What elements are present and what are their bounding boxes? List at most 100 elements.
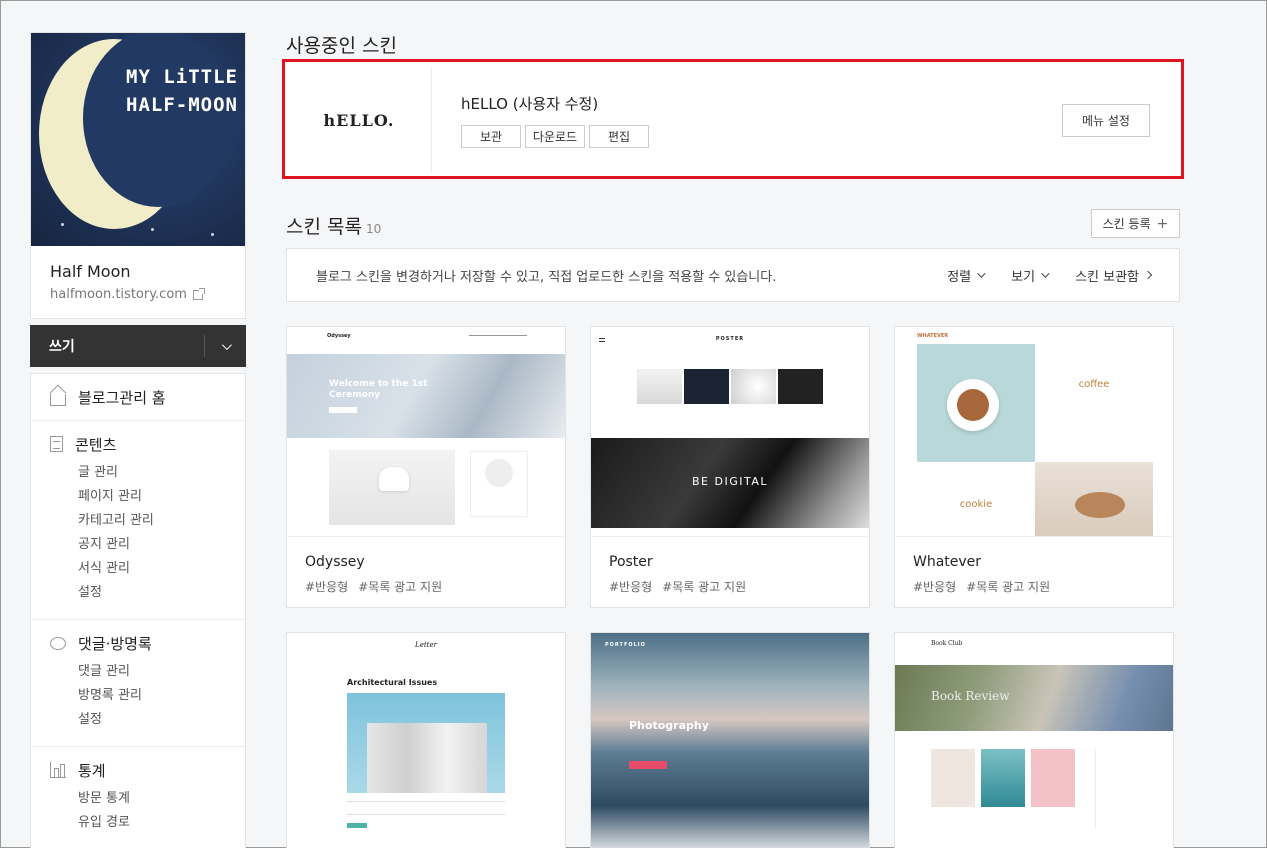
skin-name: Odyssey — [305, 554, 365, 570]
write-button[interactable]: 쓰기 — [30, 325, 246, 367]
blog-info: Half Moon halfmoon.tistory.com — [30, 246, 246, 319]
current-skin-name: hELLO (사용자 수정) — [461, 95, 599, 113]
skin-preview-letter: Letter Architectural Issues — [287, 633, 565, 848]
preview-hero-button — [629, 761, 667, 769]
plus-icon: + — [1156, 215, 1169, 232]
skin-tag: #반응형 — [305, 580, 349, 594]
preview-text-lines — [347, 801, 505, 815]
menu-item-content[interactable]: 콘텐츠 — [31, 433, 245, 455]
preview-coffee — [957, 389, 989, 421]
preview-book — [931, 749, 975, 807]
skin-card-whatever[interactable]: WHATEVER coffee cookie Whatever #반응형 #목록… — [894, 326, 1174, 608]
skin-tag: #반응형 — [913, 580, 957, 594]
preview-hero-button — [329, 407, 357, 413]
chevron-down-icon — [977, 269, 986, 278]
menu-section-stats: 통계 방문 통계 유입 경로 — [31, 747, 245, 848]
menu-stats-label: 통계 — [78, 761, 106, 780]
submenu-categories[interactable]: 카테고리 관리 — [78, 509, 245, 533]
moon-shadow — [83, 33, 233, 207]
preview-thumb — [684, 369, 729, 404]
preview-thumb — [778, 369, 823, 404]
submenu-templates[interactable]: 서식 관리 — [78, 557, 245, 581]
skin-tag: #목록 광고 지원 — [662, 580, 747, 594]
skin-preview-portfolio: PORTFOLIO Photography — [591, 633, 869, 848]
skin-preview-poster: POSTER BE DIGITAL — [591, 327, 869, 537]
preview-post-title: Architectural Issues — [347, 678, 438, 687]
menu-content-label: 콘텐츠 — [75, 435, 117, 454]
skin-description: 블로그 스킨을 변경하거나 저장할 수 있고, 직접 업로드한 스킨을 적용할 … — [316, 269, 777, 285]
menu-section-comments: 댓글·방명록 댓글 관리 방명록 관리 설정 — [31, 620, 245, 747]
star-dot — [211, 233, 214, 236]
archive-button[interactable]: 보관 — [461, 125, 521, 148]
skin-list-heading: 스킨 목록 10 — [286, 212, 381, 239]
skin-card-poster[interactable]: POSTER BE DIGITAL Poster #반응형 #목록 광고 지원 — [590, 326, 870, 608]
blog-url-link[interactable]: halfmoon.tistory.com — [50, 287, 226, 302]
preview-logo: Letter — [415, 641, 437, 649]
menu-section-content: 콘텐츠 글 관리 페이지 관리 카테고리 관리 공지 관리 서식 관리 설정 — [31, 421, 245, 620]
preview-hero-title: Welcome to the 1st Ceremony — [329, 379, 428, 400]
skin-card-portfolio[interactable]: PORTFOLIO Photography — [590, 632, 870, 848]
preview-coffee-label: coffee — [1078, 379, 1110, 390]
skin-preview-odyssey: Odyssey Welcome to the 1st Ceremony — [287, 327, 565, 537]
comments-submenu: 댓글 관리 방명록 관리 설정 — [31, 660, 245, 732]
skin-tags: #반응형 #목록 광고 지원 — [305, 578, 442, 595]
submenu-comment-settings[interactable]: 설정 — [78, 708, 245, 732]
preview-building — [367, 723, 487, 793]
submenu-posts[interactable]: 글 관리 — [78, 461, 245, 485]
sort-dropdown[interactable]: 정렬 — [947, 266, 986, 285]
menu-item-home[interactable]: 블로그관리 홈 — [31, 386, 245, 408]
preview-cookie-label: cookie — [959, 499, 993, 510]
menu-item-stats[interactable]: 통계 — [31, 759, 245, 781]
preview-sidebar — [1095, 749, 1135, 829]
document-icon — [50, 436, 63, 452]
skin-card-letter[interactable]: Letter Architectural Issues — [286, 632, 566, 848]
preview-search-line — [469, 335, 527, 336]
preview-hero-title: Book Review — [931, 689, 1010, 703]
skin-tags: #반응형 #목록 광고 지원 — [913, 578, 1050, 595]
admin-menu: 블로그관리 홈 콘텐츠 글 관리 페이지 관리 카테고리 관리 공지 관리 서식… — [30, 373, 246, 848]
home-icon — [50, 394, 66, 406]
skin-name: Poster — [609, 554, 653, 570]
submenu-guestbook[interactable]: 방명록 관리 — [78, 684, 245, 708]
external-link-icon — [192, 287, 205, 300]
hamburger-icon — [599, 338, 605, 342]
submenu-notices[interactable]: 공지 관리 — [78, 533, 245, 557]
comment-icon — [50, 636, 66, 650]
skin-card-odyssey[interactable]: Odyssey Welcome to the 1st Ceremony Odys… — [286, 326, 566, 608]
edit-button[interactable]: 편집 — [589, 125, 649, 148]
list-options: 정렬 보기 스킨 보관함 — [947, 249, 1153, 301]
preview-thumb — [637, 369, 682, 404]
view-dropdown[interactable]: 보기 — [1011, 266, 1050, 285]
stats-submenu: 방문 통계 유입 경로 — [31, 787, 245, 835]
current-skin-panel: hELLO. hELLO (사용자 수정) 보관 다운로드 편집 메뉴 설정 — [282, 59, 1184, 179]
skin-name: Whatever — [913, 554, 982, 570]
preview-read-button — [347, 823, 367, 828]
blog-name[interactable]: Half Moon — [50, 262, 226, 281]
skin-card-book-club[interactable]: Book Club Book Review — [894, 632, 1174, 848]
preview-chair — [379, 467, 409, 491]
submenu-visit-stats[interactable]: 방문 통계 — [78, 787, 245, 811]
write-dropdown-toggle[interactable] — [204, 335, 246, 357]
star-dot — [61, 223, 64, 226]
submenu-content-settings[interactable]: 설정 — [78, 581, 245, 605]
register-skin-button[interactable]: 스킨 등록 + — [1091, 209, 1180, 238]
skin-tag: #목록 광고 지원 — [966, 580, 1051, 594]
storage-label: 스킨 보관함 — [1075, 269, 1139, 285]
star-dot — [151, 228, 154, 231]
current-skin-actions: 보관 다운로드 편집 — [461, 125, 649, 148]
preview-book — [1031, 749, 1075, 807]
submenu-pages[interactable]: 페이지 관리 — [78, 485, 245, 509]
download-button[interactable]: 다운로드 — [525, 125, 585, 148]
blog-url[interactable]: halfmoon.tistory.com — [50, 287, 187, 302]
submenu-comments[interactable]: 댓글 관리 — [78, 660, 245, 684]
blog-cover-image[interactable]: MY LiTTLE HALF-MOON — [30, 32, 246, 246]
skin-storage-link[interactable]: 스킨 보관함 — [1075, 266, 1153, 285]
chevron-down-icon — [1041, 269, 1050, 278]
menu-settings-button[interactable]: 메뉴 설정 — [1062, 104, 1150, 137]
menu-item-comments[interactable]: 댓글·방명록 — [31, 632, 245, 654]
menu-home-label: 블로그관리 홈 — [78, 388, 166, 407]
sort-label: 정렬 — [947, 269, 972, 285]
preview-logo: PORTFOLIO — [605, 642, 646, 648]
chevron-down-icon — [221, 339, 232, 350]
submenu-referrers[interactable]: 유입 경로 — [78, 811, 245, 835]
